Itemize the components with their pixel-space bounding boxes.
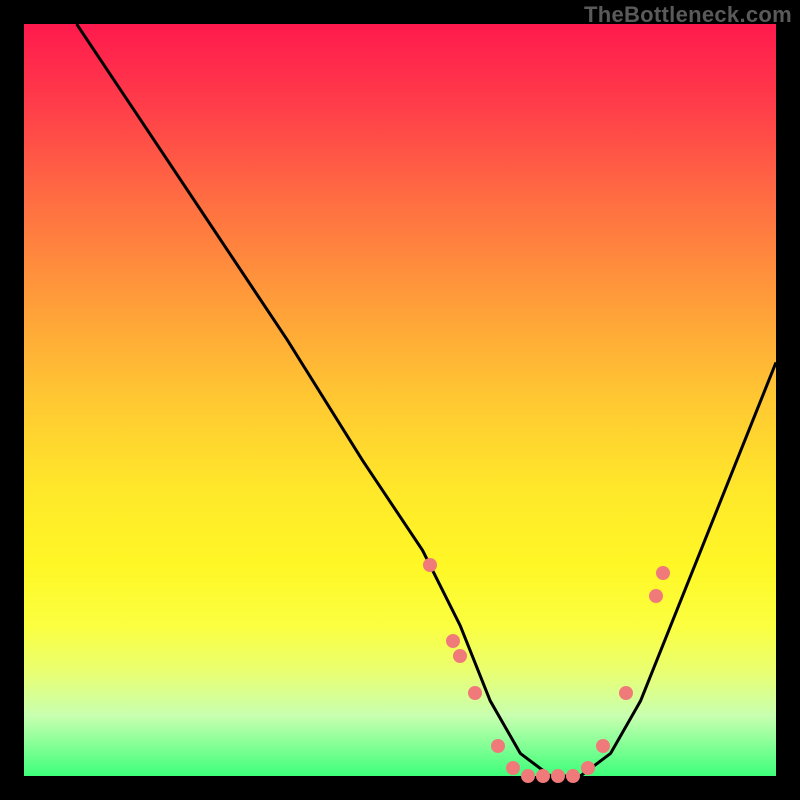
- data-point: [619, 686, 633, 700]
- data-point: [596, 739, 610, 753]
- data-point: [551, 769, 565, 783]
- data-point: [491, 739, 505, 753]
- data-point: [566, 769, 580, 783]
- data-point: [521, 769, 535, 783]
- data-point: [649, 589, 663, 603]
- data-point: [446, 634, 460, 648]
- data-point: [453, 649, 467, 663]
- bottleneck-curve: [24, 24, 776, 776]
- data-point: [536, 769, 550, 783]
